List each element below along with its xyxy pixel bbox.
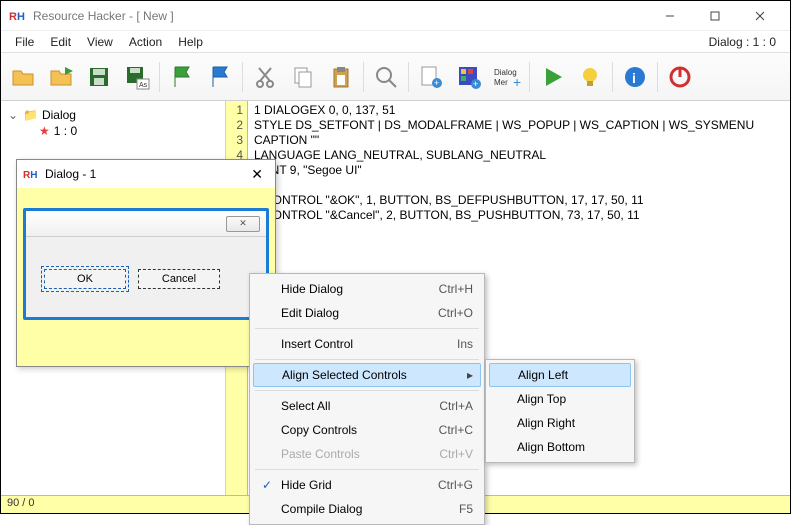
submenu-align-left[interactable]: Align Left (489, 363, 631, 387)
context-menu[interactable]: Hide DialogCtrl+H Edit DialogCtrl+O Inse… (249, 273, 485, 525)
flag-blue-icon[interactable] (202, 59, 238, 95)
menu-align-selected[interactable]: Align Selected Controls▸ (253, 363, 481, 387)
folder-icon: 📁 (23, 108, 38, 122)
dialog-preview-surface[interactable]: ✕ OK Cancel (23, 208, 269, 320)
flag-green-icon[interactable] (164, 59, 200, 95)
menu-edit-dialog[interactable]: Edit DialogCtrl+O (253, 301, 481, 325)
menu-select-all[interactable]: Select AllCtrl+A (253, 394, 481, 418)
menu-paste-controls: Paste ControlsCtrl+V (253, 442, 481, 466)
dialog-preview-titlebar[interactable]: RH Dialog - 1 ✕ (17, 160, 275, 188)
menu-compile-dialog[interactable]: Compile DialogF5 (253, 497, 481, 521)
new-resource-icon[interactable]: + (413, 59, 449, 95)
svg-text:i: i (632, 70, 636, 86)
tree-label: Dialog (42, 108, 76, 122)
tree-node-dialog[interactable]: ⌄ 📁 Dialog (5, 107, 221, 123)
menu-help[interactable]: Help (170, 33, 211, 51)
svg-text:RH: RH (23, 170, 37, 181)
window-title: Resource Hacker - [ New ] (33, 9, 647, 23)
save-icon[interactable] (81, 59, 117, 95)
menu-view[interactable]: View (79, 33, 121, 51)
run-icon[interactable] (534, 59, 570, 95)
svg-text:+: + (513, 74, 521, 90)
paste-icon[interactable] (323, 59, 359, 95)
svg-text:As: As (139, 82, 148, 89)
menu-hide-dialog[interactable]: Hide DialogCtrl+H (253, 277, 481, 301)
cut-icon[interactable] (247, 59, 283, 95)
dialog-menu-icon[interactable]: DialogMer+ (489, 59, 525, 95)
title-bar: RH Resource Hacker - [ New ] (1, 1, 790, 31)
copy-icon[interactable] (285, 59, 321, 95)
star-icon: ★ (39, 124, 50, 138)
info-icon[interactable]: i (617, 59, 653, 95)
svg-text:+: + (434, 78, 439, 88)
svg-text:+: + (473, 79, 478, 89)
import-resource-icon[interactable]: + (451, 59, 487, 95)
close-button[interactable] (737, 2, 782, 30)
maximize-button[interactable] (692, 2, 737, 30)
svg-text:RH: RH (9, 11, 25, 23)
power-icon[interactable] (662, 59, 698, 95)
menu-copy-controls[interactable]: Copy ControlsCtrl+C (253, 418, 481, 442)
dialog-cancel-button[interactable]: Cancel (138, 269, 220, 289)
svg-text:Mer: Mer (494, 78, 508, 87)
submenu-align-bottom[interactable]: Align Bottom (489, 435, 631, 459)
tree-child-label: 1 : 0 (54, 124, 77, 138)
menu-action[interactable]: Action (121, 33, 170, 51)
align-submenu[interactable]: Align Left Align Top Align Right Align B… (485, 359, 635, 463)
toolbar: As + + DialogMer+ i (1, 53, 790, 101)
open-file-icon[interactable] (5, 59, 41, 95)
dialog-preview-title: Dialog - 1 (45, 167, 245, 181)
dialog-preview-window[interactable]: RH Dialog - 1 ✕ ✕ OK Cancel (16, 159, 276, 367)
search-icon[interactable] (368, 59, 404, 95)
submenu-arrow-icon: ▸ (467, 368, 473, 382)
resource-path-info: Dialog : 1 : 0 (701, 33, 784, 51)
menu-bar: File Edit View Action Help Dialog : 1 : … (1, 31, 790, 53)
status-position: 90 / 0 (7, 497, 35, 509)
submenu-align-top[interactable]: Align Top (489, 387, 631, 411)
dialog-inner-close-icon[interactable]: ✕ (226, 216, 260, 232)
submenu-align-right[interactable]: Align Right (489, 411, 631, 435)
menu-file[interactable]: File (7, 33, 42, 51)
tree-collapse-icon[interactable]: ⌄ (7, 108, 19, 122)
minimize-button[interactable] (647, 2, 692, 30)
bulb-icon[interactable] (572, 59, 608, 95)
close-icon[interactable]: ✕ (245, 166, 269, 183)
tree-node-item[interactable]: ★ 1 : 0 (37, 123, 221, 139)
save-as-icon[interactable]: As (119, 59, 155, 95)
menu-insert-control[interactable]: Insert ControlIns (253, 332, 481, 356)
check-icon: ✓ (259, 478, 275, 492)
dialog-inner-titlebar: ✕ (26, 211, 266, 237)
menu-hide-grid[interactable]: ✓Hide GridCtrl+G (253, 473, 481, 497)
app-logo-icon: RH (23, 166, 39, 182)
open-script-icon[interactable] (43, 59, 79, 95)
dialog-ok-button[interactable]: OK (44, 269, 126, 289)
app-logo-icon: RH (9, 7, 27, 25)
menu-edit[interactable]: Edit (42, 33, 79, 51)
